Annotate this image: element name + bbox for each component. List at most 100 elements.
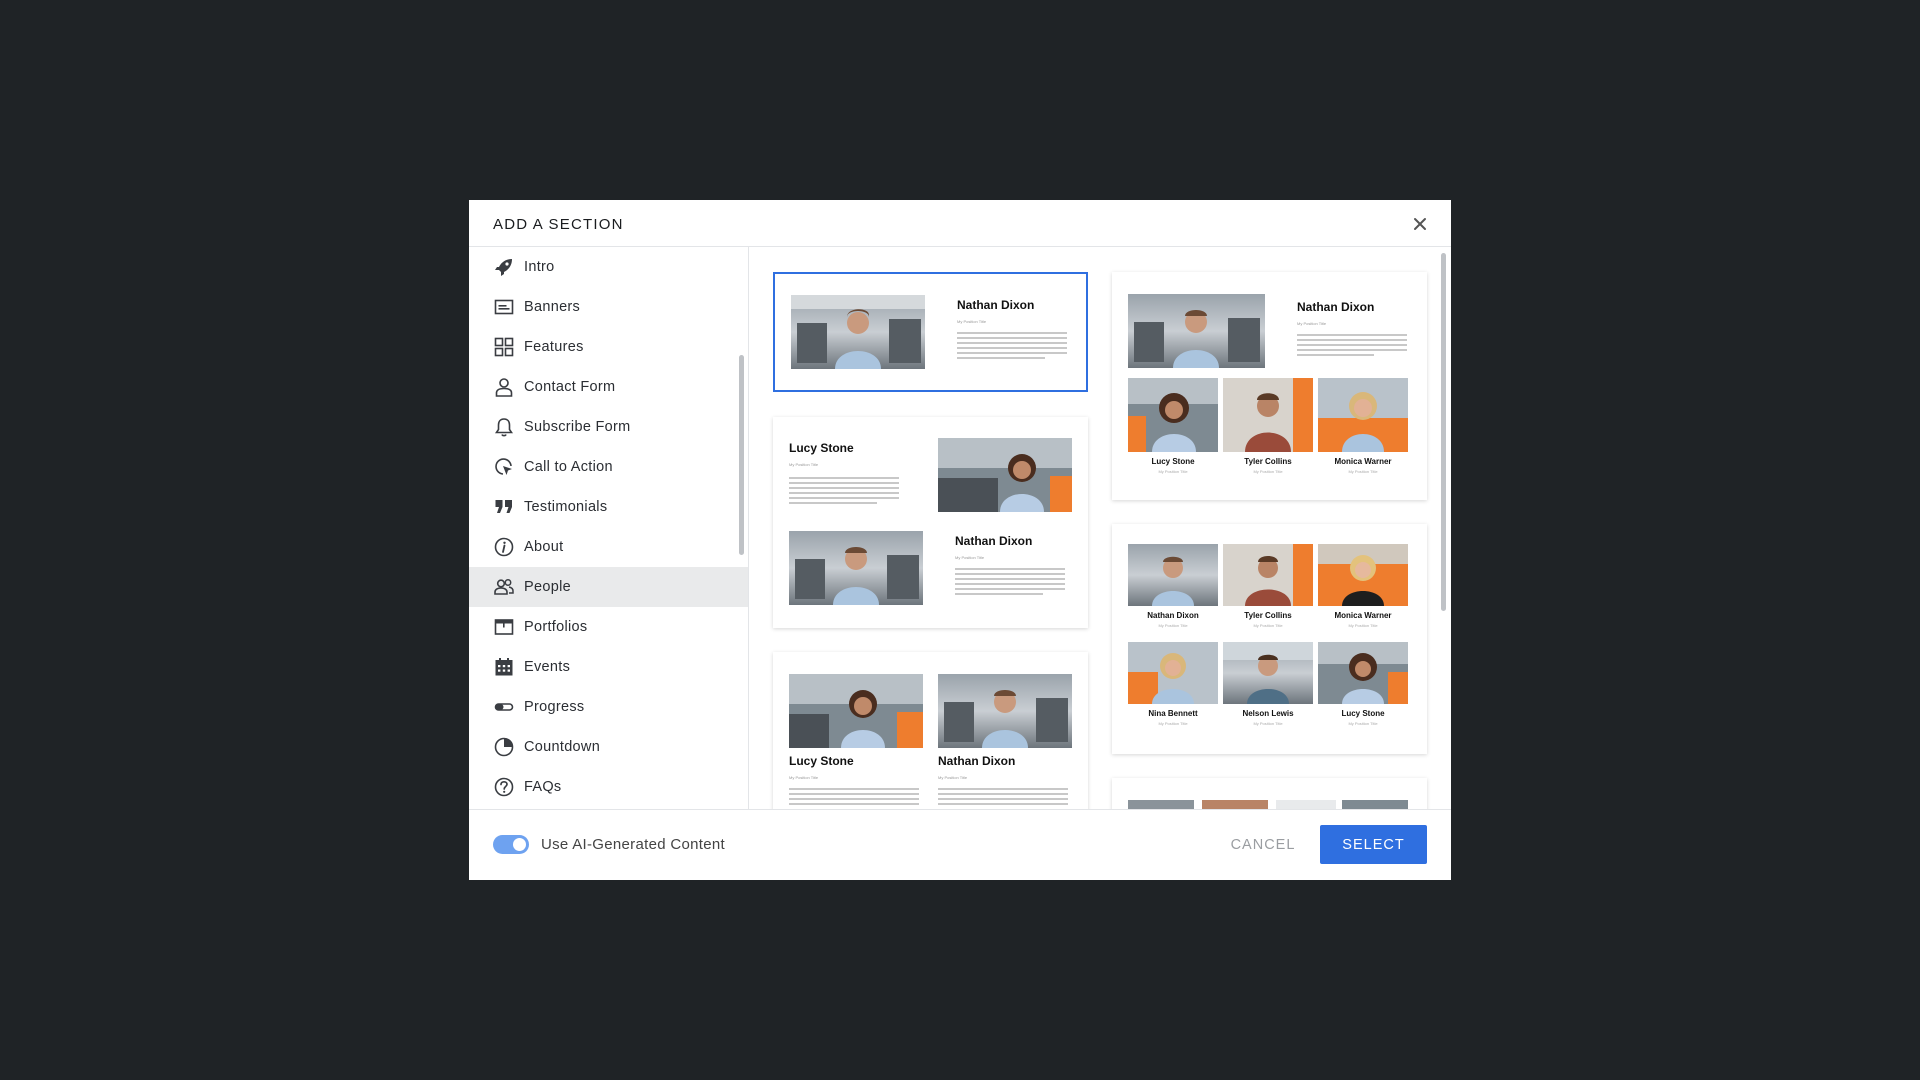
- portrait-photo: [1342, 800, 1408, 809]
- sidebar-item-label: FAQs: [524, 779, 562, 795]
- bio-text-placeholder: [1297, 334, 1407, 359]
- sidebar-item-about[interactable]: About: [469, 527, 748, 567]
- sidebar-item-subscribe-form[interactable]: Subscribe Form: [469, 407, 748, 447]
- ai-content-toggle[interactable]: [493, 835, 529, 854]
- sidebar-item-features[interactable]: Features: [469, 327, 748, 367]
- person-position: My Position Title: [1158, 721, 1188, 726]
- cancel-button[interactable]: CANCEL: [1219, 825, 1307, 864]
- sidebar-item-label: Banners: [524, 299, 581, 315]
- select-button[interactable]: SELECT: [1320, 825, 1427, 864]
- person-position: My Position Title: [1348, 721, 1378, 726]
- person-position: My Position Title: [1158, 623, 1188, 628]
- portrait-photo: [1223, 642, 1313, 704]
- template-card-people-2[interactable]: Lucy Stone My Position Title Nathan Dixo…: [773, 417, 1088, 628]
- person-name: Lucy Stone: [1341, 709, 1385, 718]
- sidebar-item-portfolios[interactable]: Portfolios: [469, 607, 748, 647]
- bio-text-placeholder: [955, 568, 1065, 598]
- person-name: Nathan Dixon: [957, 298, 1035, 312]
- sidebar-item-label: Call to Action: [524, 459, 613, 475]
- portrait-photo: [1223, 544, 1313, 606]
- sidebar-item-people[interactable]: People: [469, 567, 748, 607]
- person-icon: [493, 376, 515, 398]
- portrait-photo: [938, 438, 1072, 512]
- bio-text-placeholder: [789, 477, 899, 507]
- person-name: Nathan Dixon: [1147, 611, 1199, 620]
- portrait-photo: [789, 674, 923, 748]
- person-name: Tyler Collins: [1244, 611, 1292, 620]
- person-name: Lucy Stone: [1151, 457, 1195, 466]
- sidebar-item-contact-form[interactable]: Contact Form: [469, 367, 748, 407]
- portrait-photo: [1128, 642, 1218, 704]
- sidebar-item-label: Contact Form: [524, 379, 616, 395]
- calendar-icon: [493, 656, 515, 678]
- grid-icon: [493, 336, 515, 358]
- gallery-scrollbar[interactable]: [1441, 253, 1446, 611]
- portrait-photo: [1128, 544, 1218, 606]
- person-position: My Position Title: [1253, 721, 1283, 726]
- person-name: Nina Bennett: [1148, 709, 1198, 718]
- person-position: My Position Title: [1253, 623, 1283, 628]
- person-position: My Position Title: [955, 555, 985, 560]
- template-card-people-3[interactable]: Lucy Stone My Position Title Nathan Dixo…: [773, 652, 1088, 809]
- sidebar-item-call-to-action[interactable]: Call to Action: [469, 447, 748, 487]
- ai-content-toggle-label: Use AI-Generated Content: [541, 836, 725, 853]
- portrait-photo: [791, 295, 925, 369]
- bio-text-placeholder: [938, 788, 1068, 808]
- sidebar-item-label: Testimonials: [524, 499, 608, 515]
- toggle-knob: [513, 838, 526, 851]
- people-icon: [493, 576, 515, 598]
- person-position: My Position Title: [1348, 469, 1378, 474]
- banner-icon: [493, 296, 515, 318]
- portrait-photo: [1223, 378, 1313, 452]
- person-position: My Position Title: [789, 462, 819, 467]
- portrait-photo: [789, 531, 923, 605]
- bio-text-placeholder: [789, 788, 919, 808]
- sidebar-item-faqs[interactable]: FAQs: [469, 767, 748, 807]
- person-position: My Position Title: [938, 775, 968, 780]
- sidebar-item-progress[interactable]: Progress: [469, 687, 748, 727]
- portrait-photo: [1276, 800, 1336, 809]
- portrait-photo: [1202, 800, 1268, 809]
- template-card-people-1[interactable]: Nathan Dixon My Position Title: [773, 272, 1088, 392]
- rocket-icon: [493, 256, 515, 278]
- person-position: My Position Title: [1297, 321, 1327, 326]
- template-card-people-6[interactable]: [1112, 778, 1427, 809]
- progress-icon: [493, 696, 515, 718]
- portrait-photo: [938, 674, 1072, 748]
- person-position: My Position Title: [957, 319, 987, 324]
- sidebar-item-events[interactable]: Events: [469, 647, 748, 687]
- person-position: My Position Title: [789, 775, 819, 780]
- sidebar-item-label: About: [524, 539, 564, 555]
- portrait-photo: [1128, 800, 1194, 809]
- portrait-photo: [1128, 378, 1218, 452]
- portrait-photo: [1318, 544, 1408, 606]
- sidebar-item-banners[interactable]: Banners: [469, 287, 748, 327]
- sidebar-item-label: Events: [524, 659, 571, 675]
- sidebar-scrollbar[interactable]: [739, 355, 744, 555]
- modal-footer: Use AI-Generated Content CANCEL SELECT: [469, 809, 1451, 880]
- template-card-people-5[interactable]: Nathan Dixon My Position Title Tyler Col…: [1112, 524, 1427, 754]
- sidebar-item-intro[interactable]: Intro: [469, 247, 748, 287]
- template-card-people-4[interactable]: Nathan Dixon My Position Title Lucy Ston…: [1112, 272, 1427, 500]
- quote-icon: [493, 496, 515, 518]
- portrait-photo: [1128, 294, 1265, 368]
- person-position: My Position Title: [1253, 469, 1283, 474]
- sidebar-item-label: People: [524, 579, 571, 595]
- bell-icon: [493, 416, 515, 438]
- portrait-photo: [1318, 642, 1408, 704]
- person-name: Monica Warner: [1334, 457, 1392, 466]
- add-section-modal: ADD A SECTION Intro Banners Features Con…: [469, 200, 1451, 880]
- person-name: Tyler Collins: [1244, 457, 1292, 466]
- sidebar-item-countdown[interactable]: Countdown: [469, 727, 748, 767]
- close-button[interactable]: [1409, 213, 1431, 235]
- sidebar-item-label: Intro: [524, 259, 555, 275]
- person-name: Nathan Dixon: [938, 754, 1016, 768]
- clock-icon: [493, 736, 515, 758]
- sidebar-item-testimonials[interactable]: Testimonials: [469, 487, 748, 527]
- sidebar-item-label: Subscribe Form: [524, 419, 631, 435]
- portrait-photo: [1318, 378, 1408, 452]
- info-icon: [493, 536, 515, 558]
- bio-text-placeholder: [957, 332, 1067, 362]
- person-name: Lucy Stone: [789, 754, 854, 768]
- cursor-click-icon: [493, 456, 515, 478]
